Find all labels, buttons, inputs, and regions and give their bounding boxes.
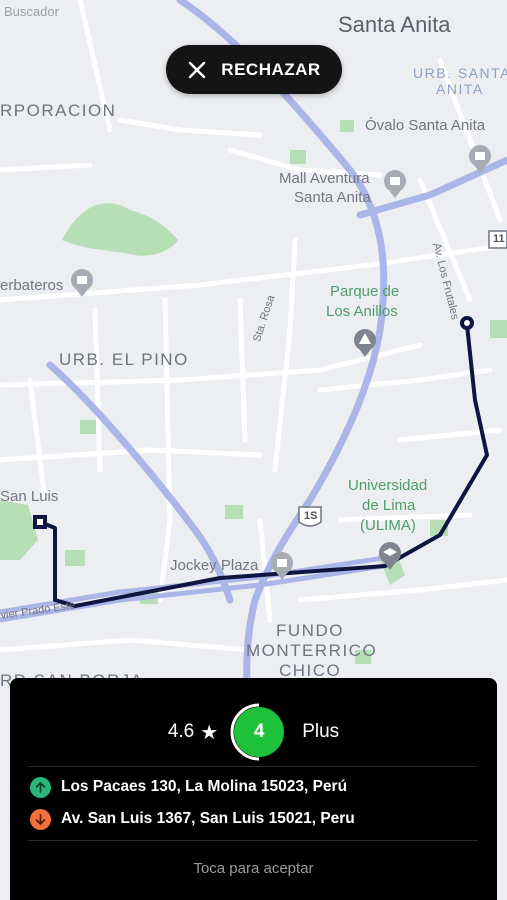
arrow-down-icon (30, 808, 51, 830)
status-bar: Buscador (4, 4, 59, 19)
map-label-universidad-1: Universidad (348, 477, 428, 494)
level-number: 4 (253, 721, 265, 742)
ride-category: Plus (302, 721, 340, 742)
map-label-jockey-plaza: Jockey Plaza (170, 557, 259, 574)
map-label-parque-2: Los Anillos (326, 303, 398, 320)
map-label-san-luis: San Luis (0, 488, 59, 505)
map-label-corporacion: RPORACION (0, 101, 117, 120)
divider (28, 766, 478, 767)
carrier-label: Buscador (4, 4, 59, 19)
arrow-up-icon (30, 776, 51, 798)
map-label-mall-1: Mall Aventura (279, 170, 370, 187)
map-label-parque-1: Parque de (330, 283, 400, 300)
reject-button[interactable]: RECHAZAR (166, 45, 342, 94)
dropoff-address: Av. San Luis 1367, San Luis 15021, Peru (61, 810, 355, 827)
map-label-yerbateros: erbateros (0, 277, 64, 294)
highway-shield-11-label: 11 (493, 233, 505, 245)
highway-shield-1s-label: 1S (304, 510, 318, 522)
map-label-urb-el-pino: URB. EL PINO (59, 350, 189, 369)
dropoff-row: Av. San Luis 1367, San Luis 15021, Peru (30, 808, 355, 830)
accept-hint[interactable]: Toca para aceptar (10, 860, 497, 877)
map-label-mall-2: Santa Anita (294, 189, 371, 206)
map-label-universidad-2: de Lima (362, 497, 416, 514)
rider-rating: 4.6 ★ (168, 720, 218, 745)
map-label-urb-santa-anita: URB. SANTA (413, 65, 507, 81)
star-icon: ★ (200, 721, 219, 744)
divider (28, 840, 478, 841)
pickup-address: Los Pacaes 130, La Molina 15023, Perú (61, 778, 348, 795)
map-label-fundo-3: CHICO (279, 661, 342, 680)
rider-level-badge: 4 (230, 703, 288, 761)
close-icon (189, 61, 206, 78)
map-label-fundo-1: FUNDO (276, 621, 344, 640)
map-label-universidad-3: (ULIMA) (360, 517, 416, 534)
map-label-urb-santa-anita-2: ANITA (436, 81, 484, 97)
map-label-santa-anita: Santa Anita (338, 12, 451, 37)
map-label-ovalo: Óvalo Santa Anita (365, 117, 486, 134)
pickup-row: Los Pacaes 130, La Molina 15023, Perú (30, 776, 347, 798)
trip-request-card[interactable]: 4.6 ★ 4 Plus Los Pacaes 130, La Molina 1… (10, 678, 497, 900)
rating-row: 4.6 ★ 4 Plus (10, 702, 497, 762)
map-label-fundo-2: MONTERRICO (246, 641, 378, 660)
rating-value: 4.6 (167, 721, 195, 742)
reject-button-label: RECHAZAR (221, 59, 321, 79)
